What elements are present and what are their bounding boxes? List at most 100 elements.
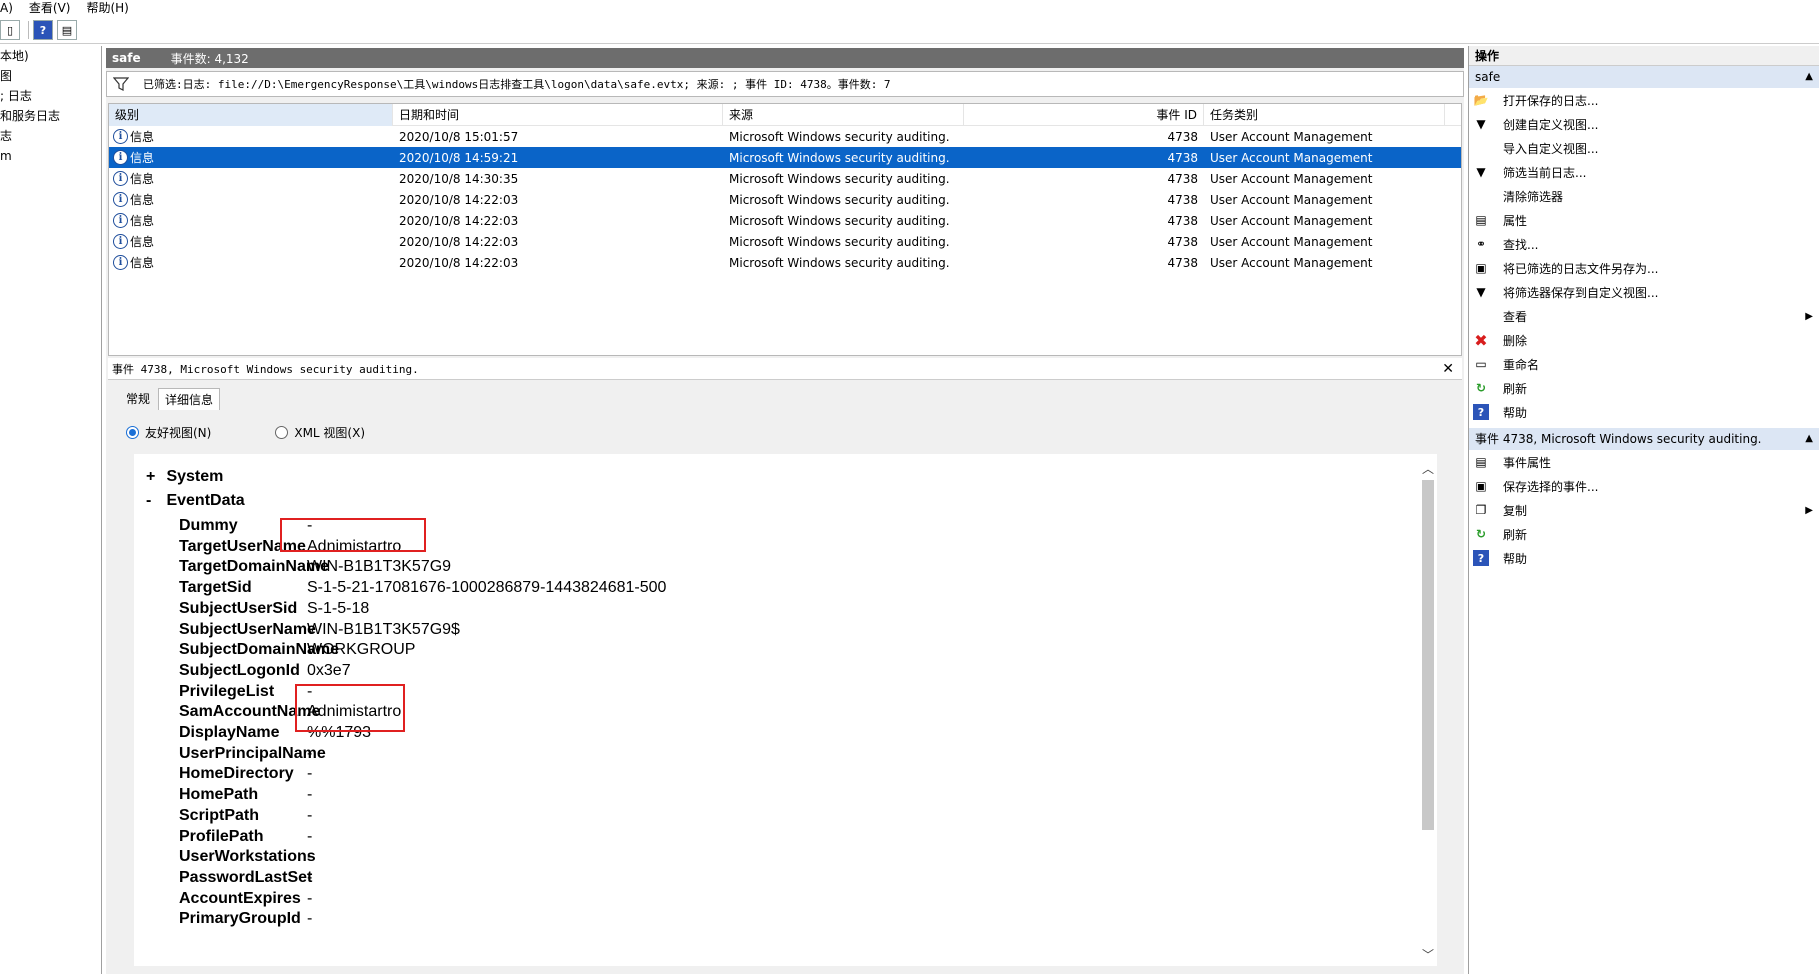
close-icon[interactable]: ✕ bbox=[1442, 361, 1454, 377]
cell-task: User Account Management bbox=[1210, 150, 1373, 165]
action-item[interactable]: ↻ 刷新 bbox=[1469, 522, 1819, 546]
action-item[interactable]: ▼ 创建自定义视图... bbox=[1469, 112, 1819, 136]
tree-item-log[interactable]: 志 bbox=[0, 126, 101, 146]
field-name: PrivilegeList bbox=[179, 682, 275, 700]
radio-button-selected[interactable] bbox=[126, 426, 139, 439]
radio-xml-view[interactable]: XML 视图(X) bbox=[275, 424, 365, 441]
field-name: SubjectUserSid bbox=[179, 599, 298, 617]
cell-source: Microsoft Windows security auditing. bbox=[729, 234, 950, 249]
filter-create-icon: ▼ bbox=[1476, 117, 1486, 131]
scrollbar-thumb[interactable] bbox=[1422, 480, 1434, 830]
menu-view[interactable]: 查看(V) bbox=[29, 1, 71, 15]
radio-button[interactable] bbox=[275, 426, 289, 439]
table-row[interactable]: i 信息 2020/10/8 14:22:03 Microsoft Windows s… bbox=[109, 210, 1461, 231]
collapse-icon[interactable]: - bbox=[146, 492, 162, 510]
table-row[interactable]: i 信息 2020/10/8 15:01:57 Microsoft Windows s… bbox=[109, 126, 1461, 147]
action-label: 导入自定义视图... bbox=[1503, 141, 1599, 156]
help-icon: ? bbox=[1473, 404, 1489, 420]
toolbar-separator bbox=[28, 21, 29, 39]
action-item[interactable]: 清除筛选器 bbox=[1469, 184, 1819, 208]
delete-icon: ✖ bbox=[1474, 330, 1488, 350]
column-date[interactable]: 日期和时间 bbox=[393, 104, 723, 126]
column-level[interactable]: 级别 bbox=[109, 104, 393, 126]
tree-item-custom-views[interactable]: 图 bbox=[0, 66, 101, 86]
level-text: 信息 bbox=[130, 151, 155, 165]
info-icon: i bbox=[113, 255, 128, 270]
show-hide-tree-button[interactable]: ▯ bbox=[0, 20, 20, 40]
action-item[interactable]: 导入自定义视图... bbox=[1469, 136, 1819, 160]
cell-level: i 信息 bbox=[109, 128, 393, 145]
column-event-id[interactable]: 事件 ID bbox=[964, 104, 1204, 126]
action-item[interactable]: ⚭ 查找... bbox=[1469, 232, 1819, 256]
table-row[interactable]: i 信息 2020/10/8 14:22:03 Microsoft Windows s… bbox=[109, 231, 1461, 252]
collapse-caret-icon[interactable]: ▲ bbox=[1805, 66, 1813, 88]
actions-section-event[interactable]: 事件 4738, Microsoft Windows security audi… bbox=[1469, 428, 1819, 450]
level-text: 信息 bbox=[130, 172, 155, 186]
tree-item-windows-logs[interactable]: ; 日志 bbox=[0, 86, 101, 106]
field-value: WIN-B1B1T3K57G9$ bbox=[307, 620, 460, 638]
table-row[interactable]: i 信息 2020/10/8 14:22:03 Microsoft Windows s… bbox=[109, 189, 1461, 210]
menu-help[interactable]: 帮助(H) bbox=[86, 1, 128, 15]
action-item[interactable]: 📂 打开保存的日志... bbox=[1469, 88, 1819, 112]
tree-item-m[interactable]: m bbox=[0, 146, 101, 166]
radio-friendly-view[interactable]: 友好视图(N) bbox=[126, 424, 211, 441]
cell-level: i 信息 bbox=[109, 149, 393, 166]
detail-title-bar: 事件 4738, Microsoft Windows security audi… bbox=[108, 358, 1462, 380]
collapse-caret-icon[interactable]: ▲ bbox=[1805, 428, 1813, 450]
action-item[interactable]: ❐ 复制 ▶ bbox=[1469, 498, 1819, 522]
action-item[interactable]: ▤ 属性 bbox=[1469, 208, 1819, 232]
action-item[interactable]: ▤ 事件属性 bbox=[1469, 450, 1819, 474]
column-task[interactable]: 任务类别 bbox=[1204, 104, 1445, 126]
table-row[interactable]: i 信息 2020/10/8 14:59:21 Microsoft Windows s… bbox=[109, 147, 1461, 168]
actions-section-log[interactable]: safe ▲ bbox=[1469, 66, 1819, 88]
action-item[interactable]: ▼ 将筛选器保存到自定义视图... bbox=[1469, 280, 1819, 304]
expand-icon[interactable]: + bbox=[146, 468, 162, 486]
level-text: 信息 bbox=[130, 256, 155, 270]
cell-level: i 信息 bbox=[109, 170, 393, 187]
detail-scrollbar[interactable]: ︿ ﹀ bbox=[1419, 454, 1437, 966]
cell-event-id: 4738 bbox=[1167, 192, 1198, 207]
tree-item-app-service-logs[interactable]: 和服务日志 bbox=[0, 106, 101, 126]
action-item[interactable]: ▭ 重命名 bbox=[1469, 352, 1819, 376]
action-item[interactable]: 查看 ▶ bbox=[1469, 304, 1819, 328]
highlight-box-target-user bbox=[280, 518, 426, 552]
action-label: 属性 bbox=[1503, 213, 1528, 228]
tree-item-local[interactable]: 本地) bbox=[0, 46, 101, 66]
menu-action[interactable]: A) bbox=[0, 1, 13, 15]
action-item[interactable]: ? 帮助 bbox=[1469, 400, 1819, 424]
action-item[interactable]: ▣ 保存选择的事件... bbox=[1469, 474, 1819, 498]
cell-date: 2020/10/8 15:01:57 bbox=[399, 129, 519, 144]
cell-source: Microsoft Windows security auditing. bbox=[729, 129, 950, 144]
action-label: 查看 bbox=[1503, 309, 1528, 324]
cell-task: User Account Management bbox=[1210, 129, 1373, 144]
show-action-pane-button[interactable]: ▤ bbox=[57, 20, 77, 40]
scroll-down-icon[interactable]: ﹀ bbox=[1421, 946, 1435, 962]
refresh-icon: ↻ bbox=[1475, 381, 1487, 395]
field-name: AccountExpires bbox=[179, 889, 301, 907]
eventdata-node[interactable]: - EventData bbox=[146, 492, 245, 510]
column-source[interactable]: 来源 bbox=[723, 104, 964, 126]
action-item[interactable]: ? 帮助 bbox=[1469, 546, 1819, 570]
help-icon: ? bbox=[1473, 550, 1489, 566]
cell-date: 2020/10/8 14:59:21 bbox=[399, 150, 519, 165]
field-value: S-1-5-18 bbox=[307, 599, 370, 617]
table-row[interactable]: i 信息 2020/10/8 14:22:03 Microsoft Windows s… bbox=[109, 252, 1461, 273]
cell-event-id: 4738 bbox=[1167, 213, 1198, 228]
tab-details[interactable]: 详细信息 bbox=[158, 388, 221, 410]
table-row[interactable]: i 信息 2020/10/8 14:30:35 Microsoft Windows s… bbox=[109, 168, 1461, 189]
level-text: 信息 bbox=[130, 193, 155, 207]
action-item[interactable]: ▣ 将已筛选的日志文件另存为... bbox=[1469, 256, 1819, 280]
level-text: 信息 bbox=[130, 235, 155, 249]
action-item[interactable]: ▼ 筛选当前日志... bbox=[1469, 160, 1819, 184]
eventdata-field: PrimaryGroupId - bbox=[179, 907, 879, 931]
action-item[interactable]: ↻ 刷新 bbox=[1469, 376, 1819, 400]
tab-general[interactable]: 常规 bbox=[120, 388, 156, 410]
field-value: - bbox=[307, 910, 313, 928]
scroll-up-icon[interactable]: ︿ bbox=[1421, 460, 1435, 476]
action-item[interactable]: ✖ 删除 bbox=[1469, 328, 1819, 352]
system-node[interactable]: + System bbox=[146, 468, 223, 486]
help-icon[interactable]: ? bbox=[33, 20, 53, 40]
field-name: PasswordLastSet bbox=[179, 868, 313, 886]
menu-bar: A) 查看(V) 帮助(H) bbox=[0, 0, 1819, 16]
cell-source: Microsoft Windows security auditing. bbox=[729, 150, 950, 165]
